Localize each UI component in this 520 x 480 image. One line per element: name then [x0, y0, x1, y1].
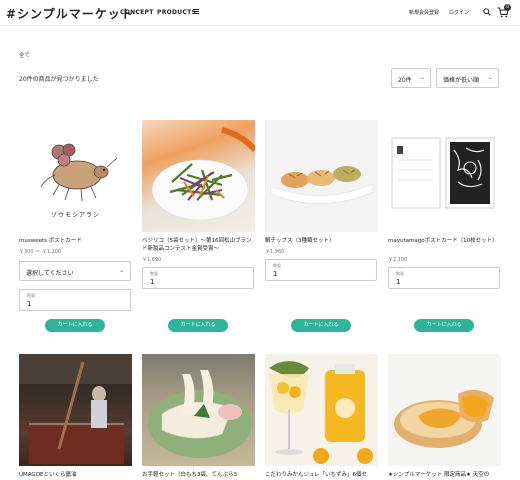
marmalade-bread-photo [394, 389, 494, 448]
quantity-label: 数量 [273, 263, 281, 268]
product-name[interactable]: 鯛チップス（3種類セット） [265, 237, 378, 245]
option-placeholder: 選択してください [26, 270, 74, 277]
quantity-label: 数量 [150, 271, 158, 276]
quantity-value: 1 [396, 278, 401, 286]
quantity-label: 数量 [27, 293, 35, 298]
product-price: ￥300 ～ ￥1,200 [19, 249, 62, 255]
product-image[interactable] [142, 120, 255, 232]
postcards-photo [391, 137, 495, 209]
product-price: ￥1,690 [142, 257, 162, 263]
product-image[interactable]: ゾウモシアラシ [19, 120, 132, 232]
product-image[interactable] [388, 354, 501, 466]
sort-select[interactable]: 価格が低い順 ⌄ [436, 68, 499, 88]
product-image[interactable] [19, 354, 132, 466]
quantity-value: 1 [27, 300, 32, 308]
per-page-value: 20件 [398, 77, 412, 84]
site-logo[interactable]: #シンプルマーケット [6, 5, 134, 22]
quantity-input[interactable]: 数量 1 [19, 289, 131, 311]
product-image[interactable] [142, 354, 255, 466]
chevron-down-icon: ⌄ [487, 74, 493, 81]
vegetable-chips-photo [151, 127, 255, 221]
add-to-cart-button[interactable]: カートに入れる [414, 319, 474, 332]
quantity-input[interactable]: 数量 1 [142, 267, 254, 289]
nav-products[interactable]: PRODUCTS [157, 9, 196, 16]
add-to-cart-button[interactable]: カートに入れる [45, 319, 105, 332]
register-link[interactable]: 新規会員登録 [409, 9, 439, 16]
quantity-value: 1 [273, 270, 278, 278]
product-name[interactable]: UMAGOEといくら醤油 [19, 471, 132, 479]
fish-chips-photo [270, 166, 374, 204]
product-name[interactable]: musweets ポストカード [19, 237, 132, 245]
product-image[interactable] [388, 120, 501, 232]
result-count: 20件の商品が見つかりました [19, 76, 99, 83]
product-price: ￥2,100 [388, 257, 408, 263]
option-select[interactable]: 選択してください ⌄ [19, 261, 131, 281]
quantity-label: 数量 [396, 271, 404, 276]
product-name[interactable]: ベジリコ（5袋セット）～第16回松山ブランド新製品コンテスト金賞受賞～ [142, 237, 255, 253]
mochi-photo [148, 370, 252, 458]
cart-count-badge: 0 [504, 4, 511, 11]
login-link[interactable]: ログイン [449, 9, 469, 16]
quantity-input[interactable]: 数量 1 [265, 259, 377, 281]
product-name[interactable]: お手軽セット（白もち3袋、てんぷら3 [142, 471, 255, 479]
chevron-down-icon: ⌄ [419, 74, 425, 81]
product-name[interactable]: mayutamagoポストカード（10枚セット） [388, 237, 501, 245]
breadcrumb[interactable]: 全て [19, 51, 30, 59]
add-to-cart-button[interactable]: カートに入れる [168, 319, 228, 332]
product-price: ￥1,960 [265, 249, 285, 255]
sort-value: 価格が低い順 [443, 77, 480, 84]
add-to-cart-button[interactable]: カートに入れる [291, 319, 351, 332]
product-image[interactable] [265, 120, 378, 232]
menu-icon[interactable] [193, 9, 199, 14]
chevron-down-icon: ⌄ [118, 267, 124, 274]
site-header: #シンプルマーケット CONCEPT PRODUCTS 新規会員登録 ログイン … [0, 0, 520, 26]
per-page-select[interactable]: 20件 ⌄ [391, 68, 431, 88]
product-name[interactable]: こだわりみかんジュレ「いちずみ」6個セ [265, 471, 378, 479]
image-caption: ゾウモシアラシ [51, 212, 100, 219]
workshop-photo [19, 354, 132, 464]
product-image[interactable] [265, 354, 378, 466]
quantity-input[interactable]: 数量 1 [388, 267, 500, 289]
quantity-value: 1 [150, 278, 155, 286]
search-icon[interactable] [483, 8, 491, 16]
jelly-photo [269, 361, 373, 464]
nav-concept[interactable]: CONCEPT [120, 9, 154, 16]
product-name[interactable]: ★シンプルマーケット 限定商品★ 天空の [388, 471, 501, 479]
